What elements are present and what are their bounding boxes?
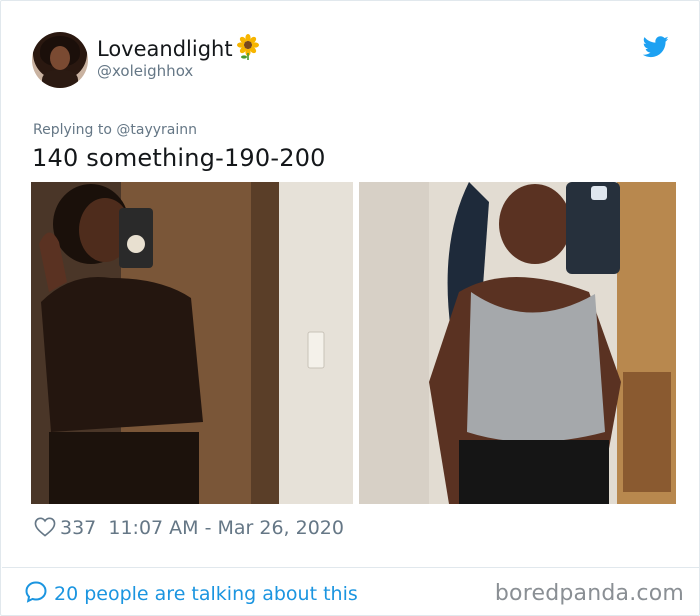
display-name-text[interactable]: Loveandlight xyxy=(97,37,233,61)
twitter-bird-icon[interactable] xyxy=(643,36,669,58)
heart-icon[interactable] xyxy=(34,517,56,542)
replying-to[interactable]: Replying to @tayyrainn xyxy=(33,122,197,138)
talking-text[interactable]: 20 people are talking about this xyxy=(54,583,358,605)
media-image-before[interactable] xyxy=(31,182,353,504)
watermark: boredpanda.com xyxy=(494,581,684,606)
display-name[interactable]: Loveandlight xyxy=(97,34,261,65)
tweet-meta: 337 11:07 AM - Mar 26, 2020 xyxy=(34,517,344,542)
speech-bubble-icon xyxy=(24,580,48,609)
like-count[interactable]: 337 xyxy=(60,517,96,539)
avatar[interactable] xyxy=(32,32,88,88)
sunflower-icon xyxy=(235,34,261,65)
tweet-card: Loveandlight @xoleighhox Replying to @ta… xyxy=(0,0,700,616)
tweet-text: 140 something-190-200 xyxy=(32,144,326,172)
timestamp[interactable]: 11:07 AM - Mar 26, 2020 xyxy=(108,517,344,539)
media-image-after[interactable] xyxy=(359,182,676,504)
divider xyxy=(2,567,699,568)
conversation-link[interactable]: 20 people are talking about this xyxy=(24,580,358,609)
user-handle[interactable]: @xoleighhox xyxy=(97,62,193,80)
